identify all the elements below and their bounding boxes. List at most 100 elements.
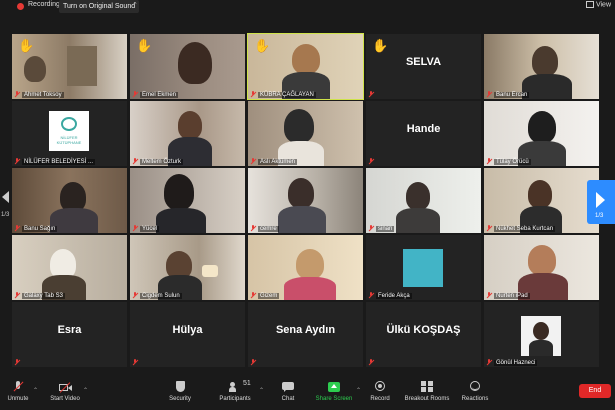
top-bar: Recording Turn on Original Sound ⌃ View <box>0 0 615 14</box>
shield-icon <box>174 381 186 393</box>
unmute-button[interactable]: Unmute <box>5 381 31 402</box>
breakout-rooms-button[interactable]: Breakout Rooms <box>402 381 452 402</box>
mic-muted-icon <box>132 359 138 365</box>
mic-muted-icon <box>250 292 256 298</box>
video-tile[interactable]: Tülay Örücü <box>484 101 599 166</box>
participant-name-large: Hande <box>406 123 441 135</box>
mic-muted-icon <box>14 225 20 231</box>
participant-name: Banu Sağın <box>22 226 58 232</box>
video-tile[interactable]: Banu Sağın <box>12 168 127 233</box>
participant-video <box>406 182 430 210</box>
participants-icon: 51 <box>229 380 251 393</box>
mic-muted-icon <box>132 225 138 231</box>
participant-name: Cigdem Sulun <box>140 293 182 299</box>
participant-name: KÜBRA ÇAĞLAYAN <box>258 92 316 98</box>
participant-name: Nükhet Seba Kurtcan <box>494 226 556 232</box>
video-tile[interactable]: Galaxy Tab S3 <box>12 235 127 300</box>
video-tile[interactable]: Banu Ercan <box>484 34 599 99</box>
video-tile[interactable]: NİLÜFER KÜTÜPHANE NİLÜFER BELEDİYESİ ... <box>12 101 127 166</box>
video-tile[interactable]: Feride Akça <box>366 235 481 300</box>
video-tile[interactable]: Gönül Hazneci <box>484 302 599 367</box>
page-indicator-right: 1/3 <box>595 213 604 219</box>
participant-name: Gizem <box>258 293 280 299</box>
smiley-icon <box>469 381 481 393</box>
participant-name: Emel Ekmen <box>140 92 179 98</box>
video-tile[interactable]: sinan <box>366 168 481 233</box>
mic-muted-icon <box>368 158 374 164</box>
video-tile[interactable]: Hülya <box>130 302 245 367</box>
video-tile[interactable]: Sena Aydın <box>248 302 363 367</box>
participant-video <box>178 42 212 84</box>
chevron-right-icon <box>596 192 605 208</box>
logo-text: NİLÜFER KÜTÜPHANE <box>56 135 82 145</box>
security-button[interactable]: Security <box>166 381 194 402</box>
video-tile[interactable]: Esra <box>12 302 127 367</box>
video-tile[interactable]: ✋ SELVA <box>366 34 481 99</box>
share-screen-icon <box>328 381 340 393</box>
reactions-button[interactable]: Reactions <box>460 381 490 402</box>
mic-muted-icon <box>368 225 374 231</box>
flower-logo-icon <box>61 117 77 131</box>
video-tile[interactable]: Nurten iPad <box>484 235 599 300</box>
meeting-toolbar: Unmute ⌃ Start Video ⌃ Security 51 Parti… <box>0 378 615 410</box>
participant-name: Nurten iPad <box>494 293 530 299</box>
mic-muted-icon <box>14 292 20 298</box>
mic-muted-icon <box>486 158 492 164</box>
recording-label: Recording <box>28 1 60 8</box>
mic-muted-icon <box>250 359 256 365</box>
video-tile[interactable]: Hande <box>366 101 481 166</box>
mic-muted-icon <box>250 158 256 164</box>
mic-muted-icon <box>250 91 256 97</box>
participant-name-large: Ülkü KOŞDAŞ <box>386 324 461 336</box>
video-tile[interactable]: Meltem Özturk <box>130 101 245 166</box>
participant-name: Aslı Aktümen <box>258 159 298 165</box>
participant-video <box>288 178 314 208</box>
share-screen-button[interactable]: Share Screen <box>313 381 355 402</box>
participant-name: Galaxy Tab S3 <box>22 293 65 299</box>
participant-name: sinan <box>376 226 395 232</box>
start-video-button[interactable]: Start Video <box>50 381 80 402</box>
video-tile[interactable]: Gizem <box>248 235 363 300</box>
page-indicator-left: 1/3 <box>1 212 10 218</box>
video-tile[interactable]: Yücel <box>130 168 245 233</box>
participant-video <box>528 111 556 143</box>
video-tile[interactable]: cemre <box>248 168 363 233</box>
video-tile[interactable]: Nükhet Seba Kurtcan <box>484 168 599 233</box>
participant-video <box>164 174 194 210</box>
raised-hand-icon: ✋ <box>372 38 389 53</box>
end-meeting-button[interactable]: End <box>579 384 611 398</box>
video-tile[interactable]: ✋ Ahmet Toksoy <box>12 34 127 99</box>
raised-hand-icon: ✋ <box>254 38 271 53</box>
chat-icon <box>282 381 294 393</box>
video-tile[interactable]: ✋ Emel Ekmen <box>130 34 245 99</box>
participants-options-caret-icon[interactable]: ⌃ <box>259 387 264 394</box>
mic-muted-icon <box>368 292 374 298</box>
mic-muted-icon <box>14 359 20 365</box>
original-sound-caret-icon[interactable]: ⌃ <box>132 1 138 9</box>
video-tile[interactable]: Ülkü KOŞDAŞ <box>366 302 481 367</box>
participant-video <box>528 245 556 275</box>
video-tile-active-speaker[interactable]: ✋ KÜBRA ÇAĞLAYAN <box>247 33 364 100</box>
participant-name: Gönül Hazneci <box>494 360 538 366</box>
mic-muted-icon <box>368 91 374 97</box>
video-tile[interactable]: Aslı Aktümen <box>248 101 363 166</box>
record-button[interactable]: Record <box>368 381 392 402</box>
breakout-rooms-icon <box>421 381 433 393</box>
participants-button[interactable]: 51 Participants <box>215 380 255 402</box>
view-button[interactable]: View <box>585 1 611 8</box>
view-grid-icon <box>585 1 594 8</box>
video-options-caret-icon[interactable]: ⌃ <box>83 387 88 394</box>
chevron-left-icon <box>2 191 9 203</box>
mic-muted-icon <box>250 225 256 231</box>
next-page-button[interactable]: 1/3 <box>587 180 615 224</box>
video-tile[interactable]: Cigdem Sulun <box>130 235 245 300</box>
mic-muted-icon <box>14 91 20 97</box>
previous-page-button[interactable]: 1/3 <box>0 185 12 218</box>
unmute-options-caret-icon[interactable]: ⌃ <box>33 387 38 394</box>
participant-video <box>284 109 314 143</box>
mic-muted-icon <box>486 91 492 97</box>
chat-button[interactable]: Chat <box>277 381 299 402</box>
share-options-caret-icon[interactable]: ⌃ <box>356 387 361 394</box>
original-sound-button[interactable]: Turn on Original Sound <box>59 0 140 13</box>
participant-name-large: Esra <box>57 324 82 336</box>
